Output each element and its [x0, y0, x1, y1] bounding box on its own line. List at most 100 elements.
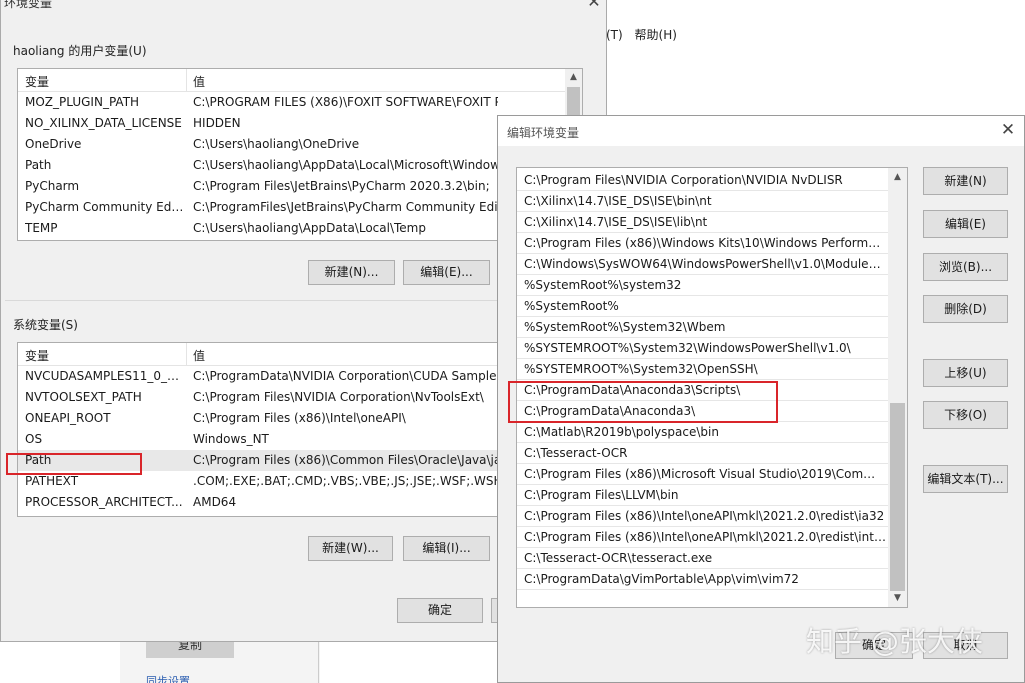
path-list-item[interactable]: C:\Xilinx\14.7\ISE_DS\ISE\lib\nt	[517, 212, 907, 233]
path-rows: C:\Program Files\NVIDIA Corporation\NVID…	[517, 170, 907, 590]
path-text: C:\Program Files (x86)\Intel\oneAPI\mkl\…	[524, 509, 885, 523]
user-new-button[interactable]: 新建(N)...	[308, 260, 395, 285]
user-edit-button[interactable]: 编辑(E)...	[403, 260, 490, 285]
path-text: C:\Matlab\R2019b\polyspace\bin	[524, 425, 719, 439]
path-list-item[interactable]: C:\Program Files (x86)\Intel\oneAPI\mkl\…	[517, 527, 907, 548]
variable-name: NVTOOLSEXT_PATH	[25, 390, 142, 404]
divider	[318, 640, 319, 683]
variable-value: C:\ProgramFiles\JetBrains\PyCharm Commun…	[193, 200, 498, 214]
path-list-item[interactable]: C:\Program Files (x86)\Microsoft Visual …	[517, 464, 907, 485]
path-text: C:\Xilinx\14.7\ISE_DS\ISE\bin\nt	[524, 194, 712, 208]
variable-value: C:\Program Files (x86)\Intel\oneAPI\	[193, 411, 406, 425]
env-ok-button[interactable]: 确定	[397, 598, 483, 623]
path-list-item[interactable]: C:\ProgramData\gVimPortable\App\vim\vim7…	[517, 569, 907, 590]
variable-name: PyCharm Community Editi...	[25, 200, 185, 214]
path-text: C:\Program Files (x86)\Microsoft Visual …	[524, 467, 886, 481]
variable-value: C:\Users\haoliang\OneDrive	[193, 137, 360, 151]
table-row[interactable]: OS Windows_NT	[18, 429, 516, 450]
variable-name: PATHEXT	[25, 474, 79, 488]
highlight-box-anaconda-paths	[508, 381, 778, 423]
table-row[interactable]: PROCESSOR_ARCHITECT... AMD64	[18, 492, 516, 513]
variable-name: NO_XILINX_DATA_LICENSE	[25, 116, 182, 130]
path-new-button[interactable]: 新建(N)	[923, 167, 1008, 195]
close-icon[interactable]: ✕	[998, 119, 1018, 141]
path-text: C:\Program Files (x86)\Intel\oneAPI\mkl\…	[524, 530, 886, 544]
path-list-item[interactable]: C:\Program Files (x86)\Intel\oneAPI\mkl\…	[517, 506, 907, 527]
scroll-down-icon[interactable]: ▼	[889, 593, 906, 603]
variable-name: OneDrive	[25, 137, 82, 151]
path-list-item[interactable]: C:\Windows\SysWOW64\WindowsPowerShell\v1…	[517, 254, 907, 275]
path-list-item[interactable]: C:\Matlab\R2019b\polyspace\bin	[517, 422, 907, 443]
path-text: %SystemRoot%	[524, 299, 619, 313]
path-list-item[interactable]: C:\Program Files\NVIDIA Corporation\NVID…	[517, 170, 907, 191]
edit-text-button[interactable]: 编辑文本(T)...	[923, 465, 1008, 493]
variable-name: Path	[25, 158, 52, 172]
path-text: %SystemRoot%\system32	[524, 278, 682, 292]
column-header-value[interactable]: 值	[193, 347, 205, 364]
scroll-thumb[interactable]	[890, 403, 905, 591]
column-header-value[interactable]: 值	[193, 73, 205, 90]
close-icon[interactable]: ✕	[584, 0, 604, 12]
path-list-item[interactable]: %SystemRoot%\system32	[517, 275, 907, 296]
user-variables-group-label: haoliang 的用户变量(U)	[13, 44, 147, 58]
move-up-button[interactable]: 上移(U)	[923, 359, 1008, 387]
path-text: C:\Program Files\NVIDIA Corporation\NVID…	[524, 173, 843, 187]
column-header-variable[interactable]: 变量	[25, 347, 49, 364]
variable-value: AMD64	[193, 495, 237, 509]
table-header: 变量 值	[18, 69, 582, 92]
column-header-variable[interactable]: 变量	[25, 73, 49, 90]
move-down-button[interactable]: 下移(O)	[923, 401, 1008, 429]
path-text: %SYSTEMROOT%\System32\WindowsPowerShell\…	[524, 341, 851, 355]
variable-name: TEMP	[25, 221, 58, 235]
path-list-item[interactable]: C:\Program Files\LLVM\bin	[517, 485, 907, 506]
table-row[interactable]: NVTOOLSEXT_PATH C:\Program Files\NVIDIA C…	[18, 387, 516, 408]
path-text: %SystemRoot%\System32\Wbem	[524, 320, 726, 334]
scroll-up-icon[interactable]: ▲	[565, 72, 582, 82]
system-edit-button[interactable]: 编辑(I)...	[403, 536, 490, 561]
variable-value: C:\Program Files (x86)\Common Files\Orac…	[193, 453, 498, 467]
scroll-up-icon[interactable]: ▲	[889, 172, 906, 182]
system-variables-group-label: 系统变量(S)	[13, 318, 78, 332]
variable-value: C:\Program Files\JetBrains\PyCharm 2020.…	[193, 179, 490, 193]
path-list-item[interactable]: %SYSTEMROOT%\System32\OpenSSH\	[517, 359, 907, 380]
path-list-item[interactable]: C:\Tesseract-OCR\tesseract.exe	[517, 548, 907, 569]
variable-value: Windows_NT	[193, 432, 269, 446]
path-browse-button[interactable]: 浏览(B)...	[923, 253, 1008, 281]
variable-value: C:\Users\haoliang\AppData\Local\Temp	[193, 221, 426, 235]
table-row[interactable]: NVCUDASAMPLES11_0_R... C:\ProgramData\NVI…	[18, 366, 516, 387]
table-row[interactable]: MOZ_PLUGIN_PATH C:\PROGRAM FILES (X86)\FO…	[18, 92, 582, 113]
variable-name: PyCharm	[25, 179, 80, 193]
system-variables-table: 变量 值 NVCUDASAMPLES11_0_R... C:\ProgramDat…	[17, 342, 517, 517]
path-list-item[interactable]: C:\Program Files (x86)\Windows Kits\10\W…	[517, 233, 907, 254]
menu-item-help[interactable]: 帮助(H)	[635, 28, 677, 42]
path-list-item[interactable]: %SystemRoot%\System32\Wbem	[517, 317, 907, 338]
table-row[interactable]: ONEAPI_ROOT C:\Program Files (x86)\Intel\…	[18, 408, 516, 429]
path-text: C:\Program Files\LLVM\bin	[524, 488, 679, 502]
path-text: %SYSTEMROOT%\System32\OpenSSH\	[524, 362, 758, 376]
variable-name: NVCUDASAMPLES11_0_R...	[25, 369, 185, 383]
path-text: C:\Windows\SysWOW64\WindowsPowerShell\v1…	[524, 257, 886, 271]
variable-value: .COM;.EXE;.BAT;.CMD;.VBS;.VBE;.JS;.JSE;.…	[193, 474, 498, 488]
highlight-box-path-variable	[6, 453, 142, 475]
path-text: C:\ProgramData\gVimPortable\App\vim\vim7…	[524, 572, 799, 586]
variable-value: C:\Program Files\NVIDIA Corporation\NvTo…	[193, 390, 484, 404]
path-list-item[interactable]: %SystemRoot%	[517, 296, 907, 317]
variable-name: ONEAPI_ROOT	[25, 411, 111, 425]
variable-value: HIDDEN	[193, 116, 241, 130]
variable-value: C:\ProgramData\NVIDIA Corporation\CUDA S…	[193, 369, 498, 383]
variable-value: C:\PROGRAM FILES (X86)\FOXIT SOFTWARE\FO…	[193, 95, 498, 109]
variable-name: PROCESSOR_ARCHITECT...	[25, 495, 183, 509]
env-dialog-title: 环境变量	[4, 0, 53, 10]
menu-item-tools[interactable]: (T)	[606, 28, 623, 42]
path-text: C:\Program Files (x86)\Windows Kits\10\W…	[524, 236, 886, 250]
edit-dialog-title: 编辑环境变量	[507, 126, 580, 140]
path-text: C:\Tesseract-OCR\tesseract.exe	[524, 551, 713, 565]
path-list-item[interactable]: C:\Tesseract-OCR	[517, 443, 907, 464]
background-menubar: (T) 帮助(H)	[606, 26, 685, 43]
path-list-item[interactable]: %SYSTEMROOT%\System32\WindowsPowerShell\…	[517, 338, 907, 359]
path-edit-button[interactable]: 编辑(E)	[923, 210, 1008, 238]
background-link[interactable]: 同步设置	[146, 674, 266, 683]
path-list-item[interactable]: C:\Xilinx\14.7\ISE_DS\ISE\bin\nt	[517, 191, 907, 212]
path-delete-button[interactable]: 删除(D)	[923, 295, 1008, 323]
system-new-button[interactable]: 新建(W)...	[308, 536, 393, 561]
